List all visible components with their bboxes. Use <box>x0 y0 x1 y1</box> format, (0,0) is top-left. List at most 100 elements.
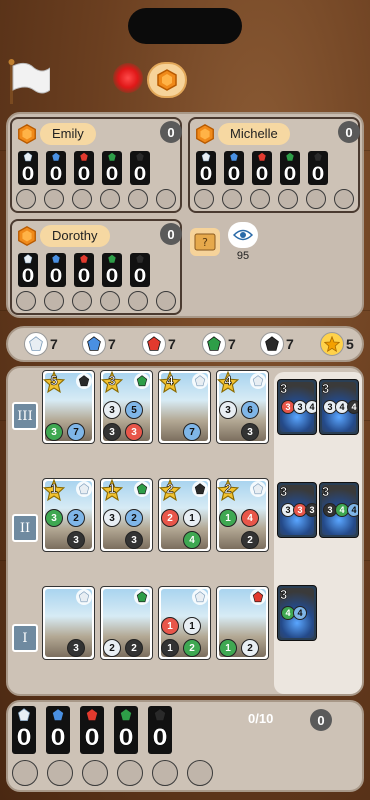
tier-I-deck[interactable]: I <box>12 624 38 652</box>
noble-slot <box>156 189 176 209</box>
gem-count: 0 <box>311 163 325 186</box>
cost-black: 3 <box>67 639 85 657</box>
blue-gem-icon <box>51 708 65 721</box>
noble-cost-white: 4 <box>305 400 316 414</box>
cost-white: 3 <box>103 401 121 419</box>
cost-blue: 6 <box>241 401 259 419</box>
player-name: Dorothy <box>40 225 110 247</box>
surrender-flag-icon[interactable] <box>6 56 50 104</box>
bank-blue-token[interactable]: 7 <box>82 331 116 357</box>
my-gem-count: 0 <box>16 726 32 752</box>
bank-count: 7 <box>108 336 116 352</box>
gem-count: 0 <box>105 265 119 288</box>
development-card[interactable]: 4363 <box>216 370 269 444</box>
gem-count: 0 <box>77 163 91 186</box>
development-card[interactable]: 12 <box>216 586 269 660</box>
green-gem-icon <box>119 708 133 721</box>
noble-slot <box>44 189 64 209</box>
bank-white-token[interactable]: 7 <box>24 331 58 357</box>
cost-green: 3 <box>45 423 63 441</box>
spectators-indicator[interactable]: 95 <box>228 222 258 266</box>
noble-slot <box>72 291 92 311</box>
development-card[interactable]: 3 <box>42 586 95 660</box>
white-gem-icon <box>252 483 264 495</box>
green-gem-icon <box>107 254 117 264</box>
player-gem-slot: 0 <box>196 151 216 185</box>
cost-green: 1 <box>219 639 237 657</box>
my-gem-count: 0 <box>50 726 66 752</box>
player-gem-slot: 0 <box>46 253 66 287</box>
blue-gem-icon <box>87 336 101 351</box>
red-gem-icon <box>257 152 267 162</box>
cost-red: 2 <box>161 509 179 527</box>
cost-white: 1 <box>183 509 201 527</box>
gem-count: 0 <box>21 163 35 186</box>
development-card[interactable]: 1323 <box>42 478 95 552</box>
black-token-icon <box>260 332 284 356</box>
card-bonus <box>134 589 150 605</box>
bank-count: 7 <box>228 336 236 352</box>
card-bonus <box>192 589 208 605</box>
green-gem-icon <box>207 336 221 351</box>
noble-tile[interactable]: 3333 <box>277 482 317 538</box>
bank-red-token[interactable]: 7 <box>142 331 176 357</box>
bank-count: 7 <box>50 336 58 352</box>
spectator-count: 95 <box>236 250 250 262</box>
my-noble-slot <box>187 760 213 786</box>
gem-count: 0 <box>77 265 91 288</box>
player-name: Michelle <box>218 123 290 145</box>
current-player-badge[interactable] <box>147 62 187 98</box>
noble-tile[interactable]: 3344 <box>319 482 359 538</box>
player-gem-slot: 0 <box>18 253 38 287</box>
development-card[interactable]: 2 21 4 <box>158 478 211 552</box>
noble-slot <box>44 291 64 311</box>
tier-III-deck[interactable]: III <box>12 402 38 430</box>
card-points: 2 <box>166 481 174 497</box>
noble-slot <box>16 291 36 311</box>
player-gem-slot: 0 <box>74 253 94 287</box>
bank-gold-token[interactable]: 5 <box>320 331 354 357</box>
rules-book-button[interactable]: ? <box>190 228 220 256</box>
card-bonus <box>250 481 266 497</box>
my-noble-slot <box>82 760 108 786</box>
card-bonus <box>76 373 92 389</box>
bank-black-token[interactable]: 7 <box>260 331 294 357</box>
red-gem-icon <box>85 708 99 721</box>
bank-green-token[interactable]: 7 <box>202 331 236 357</box>
green-gem-icon <box>285 152 295 162</box>
tier-II-deck[interactable]: II <box>12 514 38 542</box>
player-gem-slot: 0 <box>130 151 150 185</box>
card-points: 4 <box>166 373 174 389</box>
noble-cost-black: 4 <box>347 400 358 414</box>
white-gem-icon <box>78 591 90 603</box>
card-points: 1 <box>50 481 58 497</box>
development-card[interactable]: 47 <box>158 370 211 444</box>
development-card[interactable]: 33533 <box>100 370 153 444</box>
green-gem-icon <box>136 591 148 603</box>
noble-tile[interactable]: 344 <box>277 585 317 641</box>
development-card[interactable]: 2142 <box>216 478 269 552</box>
player-gem-slot: 0 <box>252 151 272 185</box>
cost-white: 3 <box>219 401 237 419</box>
noble-tile[interactable]: 3334 <box>277 379 317 435</box>
gem-count: 0 <box>199 163 213 186</box>
white-gem-icon <box>23 254 33 264</box>
development-card[interactable]: 22 <box>100 586 153 660</box>
my-gem-slot: 0 <box>12 706 36 754</box>
gem-bank <box>6 326 364 362</box>
player-points: 0 <box>338 121 360 143</box>
noble-slot <box>222 189 242 209</box>
red-gem-icon <box>147 336 161 351</box>
development-card[interactable]: 1112 <box>158 586 211 660</box>
development-card[interactable]: 1323 <box>100 478 153 552</box>
development-card[interactable]: 5 37 <box>42 370 95 444</box>
cost-green: 2 <box>183 639 201 657</box>
noble-slot <box>72 189 92 209</box>
noble-points: 3 <box>280 381 288 397</box>
noble-tile[interactable]: 3344 <box>319 379 359 435</box>
noble-points: 3 <box>280 484 288 500</box>
blue-token-icon <box>82 332 106 356</box>
noble-slot <box>306 189 326 209</box>
noble-cost-black: 3 <box>305 503 316 517</box>
player-gem-slot: 0 <box>224 151 244 185</box>
